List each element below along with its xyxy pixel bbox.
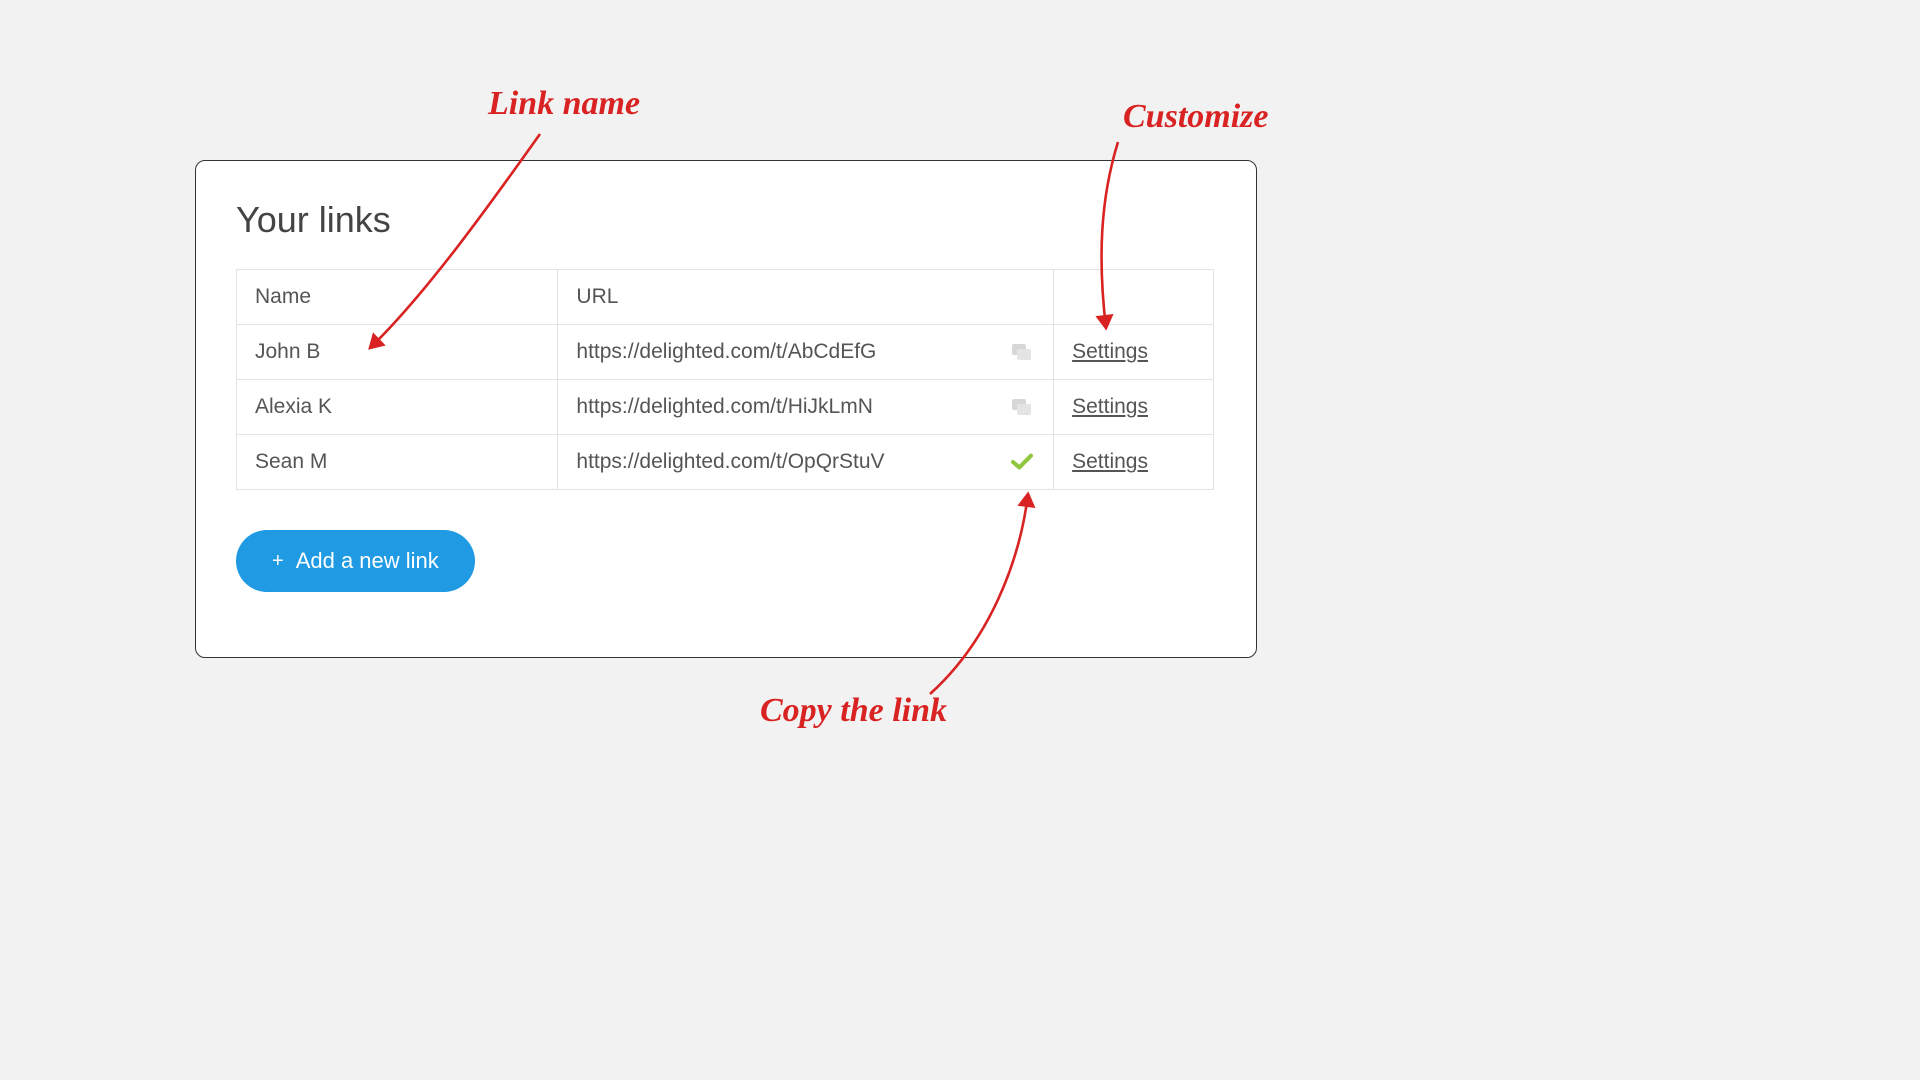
link-settings-cell: Settings — [1054, 325, 1214, 380]
copy-icon — [1012, 344, 1032, 360]
settings-link[interactable]: Settings — [1072, 450, 1148, 473]
column-header-url: URL — [558, 270, 1054, 325]
settings-link[interactable]: Settings — [1072, 340, 1148, 363]
copy-link-button[interactable] — [1009, 451, 1035, 473]
column-header-name: Name — [237, 270, 558, 325]
table-row: Sean M https://delighted.com/t/OpQrStuV … — [237, 435, 1214, 490]
annotation-copy-link: Copy the link — [760, 692, 947, 730]
add-new-link-label: Add a new link — [296, 548, 439, 574]
link-name-cell: John B — [237, 325, 558, 380]
link-url-cell: https://delighted.com/t/OpQrStuV — [558, 435, 1054, 490]
copy-link-button[interactable] — [1009, 341, 1035, 363]
links-table: Name URL John B https://delighted.com/t/… — [236, 269, 1214, 490]
link-name-cell: Alexia K — [237, 380, 558, 435]
link-url-text: https://delighted.com/t/OpQrStuV — [576, 450, 997, 474]
column-header-settings — [1054, 270, 1214, 325]
link-url-cell: https://delighted.com/t/HiJkLmN — [558, 380, 1054, 435]
link-settings-cell: Settings — [1054, 380, 1214, 435]
table-row: John B https://delighted.com/t/AbCdEfG S… — [237, 325, 1214, 380]
link-settings-cell: Settings — [1054, 435, 1214, 490]
card-title: Your links — [236, 199, 1216, 241]
link-name-cell: Sean M — [237, 435, 558, 490]
add-new-link-button[interactable]: + Add a new link — [236, 530, 475, 592]
check-icon — [1011, 453, 1033, 471]
copy-link-button[interactable] — [1009, 396, 1035, 418]
link-url-text: https://delighted.com/t/HiJkLmN — [576, 395, 997, 419]
links-card: Your links Name URL John B https://delig… — [195, 160, 1257, 658]
settings-link[interactable]: Settings — [1072, 395, 1148, 418]
annotation-customize: Customize — [1123, 98, 1268, 136]
plus-icon: + — [272, 551, 284, 571]
link-url-cell: https://delighted.com/t/AbCdEfG — [558, 325, 1054, 380]
copy-icon — [1012, 399, 1032, 415]
table-row: Alexia K https://delighted.com/t/HiJkLmN… — [237, 380, 1214, 435]
annotation-link-name: Link name — [488, 85, 640, 123]
link-url-text: https://delighted.com/t/AbCdEfG — [576, 340, 997, 364]
